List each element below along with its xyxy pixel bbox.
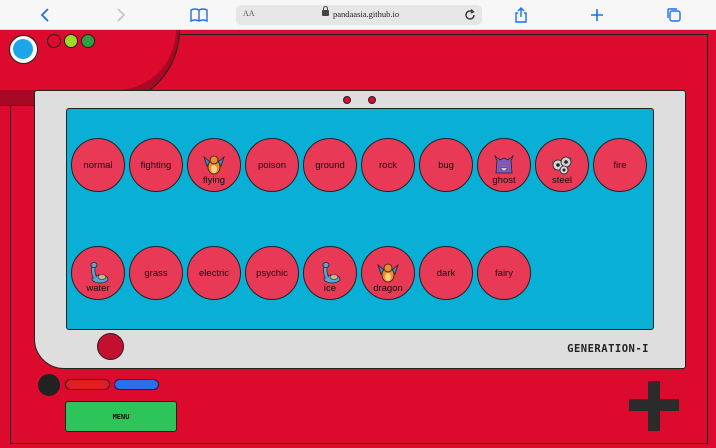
dpad-vertical[interactable] [648,381,660,431]
screen-dot-left [343,96,351,104]
type-label: rock [379,159,397,171]
tabs-icon[interactable] [663,4,685,26]
type-label: fighting [140,159,172,171]
type-button-dark[interactable]: dark [419,246,473,300]
type-label: normal [83,159,113,171]
gengar-sprite [491,153,517,175]
type-button-bug[interactable]: bug [419,138,473,192]
indicator-light-red [47,34,61,48]
camera-lens [9,35,38,64]
type-button-flying[interactable]: flying [187,138,241,192]
red-button[interactable] [97,333,124,360]
type-button-electric[interactable]: electric [187,246,241,300]
type-label: poison [258,159,286,171]
type-screen: normal fighting flying poison ground rock bug g… [66,108,654,330]
type-label: fire [613,159,627,171]
address-bar[interactable]: AA pandaasia.github.io [236,5,482,25]
reload-icon[interactable] [464,6,476,24]
type-button-ground[interactable]: ground [303,138,357,192]
type-label: steel [551,175,573,186]
screen-frame: normal fighting flying poison ground rock bug g… [34,90,686,369]
type-label: psychic [256,267,288,279]
charizard-sprite [201,153,227,175]
screen-dot-right [368,96,376,104]
type-button-poison[interactable]: poison [245,138,299,192]
type-button-rock[interactable]: rock [361,138,415,192]
share-icon[interactable] [510,4,532,26]
type-label: ghost [492,175,516,186]
type-button-normal[interactable]: normal [71,138,125,192]
type-button-psychic[interactable]: psychic [245,246,299,300]
type-label: dark [436,267,456,279]
type-button-ice[interactable]: ice [303,246,357,300]
type-label: electric [198,267,230,279]
type-button-water[interactable]: water [71,246,125,300]
type-label: grass [144,267,168,279]
type-label: water [86,283,110,294]
url-text: pandaasia.github.io [333,9,400,19]
book-icon[interactable] [188,4,210,26]
type-label: flying [202,175,226,186]
type-label: ice [323,283,337,294]
chevron-left-icon[interactable] [34,4,56,26]
black-button[interactable] [38,374,60,396]
type-button-fairy[interactable]: fairy [477,246,531,300]
browser-toolbar: AA pandaasia.github.io [0,0,716,30]
menu-button[interactable]: MENU [65,401,177,432]
lock-icon [322,6,329,16]
type-button-dragon[interactable]: dragon [361,246,415,300]
type-button-steel[interactable]: steel [535,138,589,192]
red-pill-button[interactable] [65,379,110,390]
chevron-right-icon[interactable] [110,4,132,26]
blue-pill-button[interactable] [114,379,159,390]
type-label: fairy [495,267,513,279]
lapras-sprite [317,261,343,284]
indicator-light-yellow [64,34,78,48]
type-button-ghost[interactable]: ghost [477,138,531,192]
magnemite-sprite [549,153,575,175]
generation-label: GENERATION-I [567,343,649,355]
type-label: ground [315,159,345,171]
type-label: dragon [373,283,403,294]
indicator-light-green [81,34,95,48]
type-button-fighting[interactable]: fighting [129,138,183,192]
lapras-sprite [85,261,111,284]
pokedex: normal fighting flying poison ground rock bug g… [0,30,716,448]
type-button-grass[interactable]: grass [129,246,183,300]
charizard-sprite [375,261,401,283]
type-button-fire[interactable]: fire [593,138,647,192]
type-label: bug [438,159,454,171]
plus-icon[interactable] [586,4,608,26]
reader-mode-button[interactable]: AA [243,9,255,18]
